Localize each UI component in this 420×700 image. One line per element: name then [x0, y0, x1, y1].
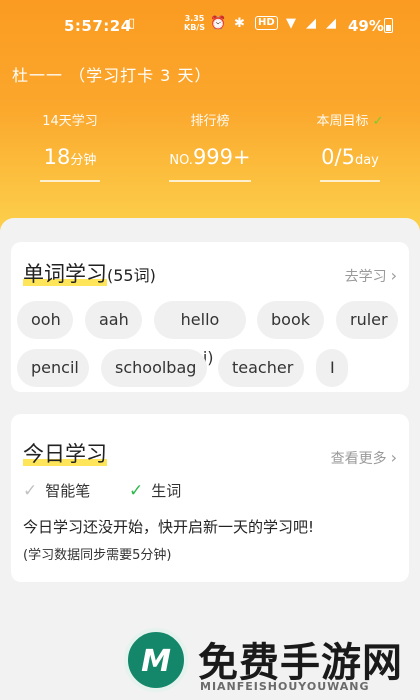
word-chip[interactable]: hello (hi) [154, 301, 246, 367]
notification-icon: ▯ [128, 16, 136, 31]
legend-smart-pen: ✓ 智能笔 [23, 481, 91, 501]
battery-icon [384, 18, 393, 33]
sync-note: (学习数据同步需要5分钟) [23, 548, 172, 563]
word-chip[interactable]: aah [85, 301, 142, 339]
stat-value: 18分钟 [40, 144, 100, 182]
word-chip[interactable]: pencil [17, 349, 89, 387]
word-chip[interactable]: I [316, 349, 348, 387]
chevron-right-icon: › [390, 448, 397, 467]
stat-ranking[interactable]: 排行榜 NO.999+ [150, 110, 270, 182]
check-icon: ✓ [129, 481, 144, 501]
net-speed: 3.35 KB/S [184, 14, 205, 32]
word-study-title: 单词学习(55词) [23, 262, 156, 286]
word-chip[interactable]: teacher [218, 349, 304, 387]
wifi-icon: ▼ [286, 16, 296, 31]
today-study-card: 今日学习 查看更多 › ✓ 智能笔 ✓ 生词 今日学习还没开始，快开启新一天的学习吧!… [11, 414, 409, 582]
status-bar: 5:57:24 ▯ 3.35 KB/S ⏰ ✱ HD ▼ ◢ ◢ 49% [0, 0, 420, 52]
legend-new-words: ✓ 生词 [129, 481, 182, 501]
goal-check-icon: ✓ [372, 114, 384, 129]
word-chip[interactable]: schoolbag [101, 349, 207, 387]
today-study-title: 今日学习 [23, 442, 107, 466]
stat-label: 本周目标 ✓ [316, 114, 384, 129]
bluetooth-icon: ✱ [234, 16, 245, 31]
status-time: 5:57:24 [64, 17, 132, 35]
word-chip[interactable]: ruler [336, 301, 398, 339]
word-chip[interactable]: book [257, 301, 324, 339]
empty-study-message: 今日学习还没开始，快开启新一天的学习吧! [23, 518, 315, 536]
signal-5g-icon: ◢ [306, 16, 316, 31]
stat-label: 排行榜 [190, 114, 230, 129]
stat-label: 14天学习 [42, 114, 98, 129]
stat-value: NO.999+ [169, 144, 251, 182]
user-checkin-line: 杜一一 （学习打卡 3 天） [12, 66, 212, 85]
chevron-right-icon: › [390, 266, 397, 285]
stat-study-time[interactable]: 14天学习 18分钟 [10, 110, 130, 182]
header: 5:57:24 ▯ 3.35 KB/S ⏰ ✱ HD ▼ ◢ ◢ 49% 杜一一… [0, 0, 420, 235]
battery-percent: 49% [348, 17, 384, 35]
stat-weekly-goal[interactable]: 本周目标 ✓ 0/5day [290, 110, 410, 182]
alarm-icon: ⏰ [210, 16, 227, 31]
watermark-logo: M [124, 628, 188, 692]
word-chip[interactable]: ooh [17, 301, 73, 339]
check-icon: ✓ [23, 481, 38, 501]
stat-value: 0/5day [320, 144, 380, 182]
hd-badge: HD [255, 16, 278, 30]
word-study-card: 单词学习(55词) 去学习› ooh aah hello (hi) book r… [11, 242, 409, 392]
go-study-link[interactable]: 去学习 › [345, 266, 397, 286]
watermark-subtitle: MIANFEISHOUYOUWANG [200, 680, 370, 693]
view-more-link[interactable]: 查看更多 › [331, 448, 397, 468]
signal-4g-icon: ◢ [326, 16, 336, 31]
watermark: M 免费手游网 MIANFEISHOUYOUWANG [124, 624, 404, 696]
